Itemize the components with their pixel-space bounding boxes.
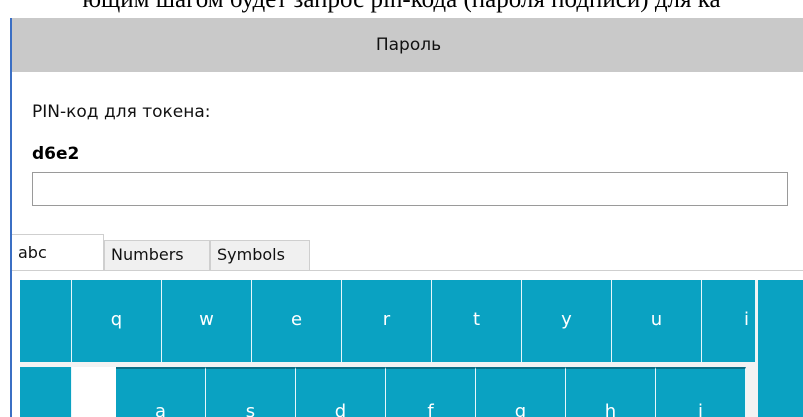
key-w[interactable]: w xyxy=(162,280,252,362)
key-d[interactable]: d xyxy=(296,367,386,417)
key-h[interactable]: h xyxy=(566,367,656,417)
tab-divider xyxy=(12,270,803,271)
token-id: d6e2 xyxy=(32,144,80,164)
background-document-text: ющим шагом будет запрос pin-кода (пароля… xyxy=(0,0,803,14)
pin-input[interactable] xyxy=(32,172,788,206)
keyboard-left-key-lower[interactable] xyxy=(20,367,72,417)
pin-label: PIN-код для токена: xyxy=(32,102,211,122)
dialog-title: Пароль xyxy=(12,18,803,72)
tab-symbols[interactable]: Symbols xyxy=(210,240,310,270)
key-a[interactable]: a xyxy=(116,367,206,417)
key-s[interactable]: s xyxy=(206,367,296,417)
key-q[interactable]: q xyxy=(72,280,162,362)
key-y[interactable]: y xyxy=(522,280,612,362)
keyboard-right-key[interactable] xyxy=(758,280,803,417)
key-j[interactable]: j xyxy=(656,367,746,417)
keyboard-left-key[interactable] xyxy=(20,280,72,362)
keyboard-tabs: abc Numbers Symbols xyxy=(12,234,803,270)
on-screen-keyboard: q w e r t y u i a s d f g h j xyxy=(20,280,803,417)
key-e[interactable]: e xyxy=(252,280,342,362)
key-r[interactable]: r xyxy=(342,280,432,362)
key-u[interactable]: u xyxy=(612,280,702,362)
shift-key[interactable] xyxy=(72,367,116,417)
password-dialog: Пароль PIN-код для токена: d6e2 abc Numb… xyxy=(10,18,803,417)
tab-numbers[interactable]: Numbers xyxy=(104,240,210,270)
key-t[interactable]: t xyxy=(432,280,522,362)
key-f[interactable]: f xyxy=(386,367,476,417)
key-i[interactable]: i xyxy=(702,280,756,362)
key-g[interactable]: g xyxy=(476,367,566,417)
tab-abc[interactable]: abc xyxy=(12,234,104,270)
